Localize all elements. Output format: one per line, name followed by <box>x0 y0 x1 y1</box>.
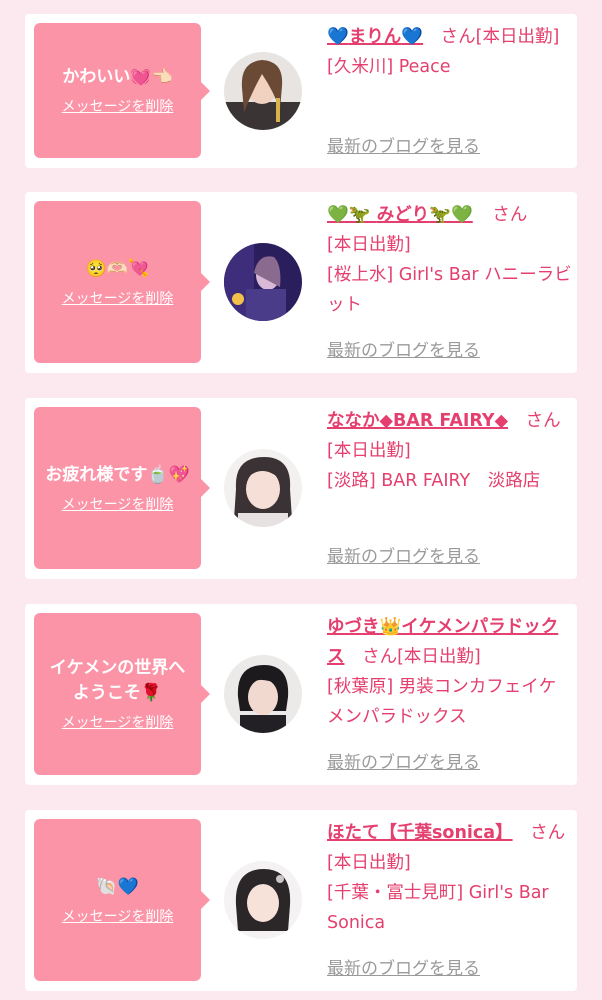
message-bubble: イケメンの世界へようこそ🌹 メッセージを削除 <box>34 613 210 775</box>
message-card: イケメンの世界へようこそ🌹 メッセージを削除 ゆづき👑イケメンパラドックス さん… <box>25 604 577 785</box>
work-status: [本日出勤] <box>475 27 560 47</box>
honorific: さん <box>525 411 561 431</box>
latest-blog-link[interactable]: 最新のブログを見る <box>327 954 480 979</box>
avatar[interactable] <box>224 861 302 939</box>
work-status: [本日出勤] <box>327 853 411 873</box>
message-bubble: 🐚💙 メッセージを削除 <box>34 819 210 981</box>
heart-dino-icon: 💚🦖 <box>327 205 371 225</box>
cast-name-link[interactable]: ほたて【千葉sonica】 <box>327 823 513 843</box>
avatar-photo-icon <box>224 243 302 321</box>
avatar[interactable] <box>224 449 302 527</box>
shop-name: [千葉・富士見町] Girl's Bar Sonica <box>327 883 549 933</box>
honorific: さん <box>440 27 476 47</box>
heart-icon: 💙 <box>327 27 349 47</box>
avatar-photo-icon <box>224 52 302 130</box>
avatar-photo-icon <box>224 861 302 939</box>
message-text: イケメンの世界へようこそ🌹 <box>49 658 186 703</box>
message-bubble: お疲れ様です🍵💖 メッセージを削除 <box>34 407 210 569</box>
latest-blog-link[interactable]: 最新のブログを見る <box>327 132 480 157</box>
cast-info: ゆづき👑イケメンパラドックス さん[本日出勤] [秋葉原] 男装コンカフェイケメ… <box>327 612 572 732</box>
message-card: かわいい💓👈🏻 メッセージを削除 💙まりん💙 さん[本日出勤] [久米川] Pe… <box>25 14 577 168</box>
avatar-photo-icon <box>224 655 302 733</box>
work-status: [本日出勤] <box>327 235 411 255</box>
shop-name: [秋葉原] 男装コンカフェイケメンパラドックス <box>327 677 557 727</box>
cast-info: 💙まりん💙 さん[本日出勤] [久米川] Peace <box>327 22 572 82</box>
latest-blog-link[interactable]: 最新のブログを見る <box>327 336 480 361</box>
message-bubble: かわいい💓👈🏻 メッセージを削除 <box>34 23 210 158</box>
message-text: 🥺🫶🏻💘 <box>85 258 150 279</box>
avatar[interactable] <box>224 243 302 321</box>
avatar-photo-icon <box>224 449 302 527</box>
work-status: [本日出勤] <box>327 441 411 461</box>
delete-message-link[interactable]: メッセージを削除 <box>62 494 174 514</box>
cast-name-link[interactable]: ななか◆BAR FAIRY◆ <box>327 411 508 431</box>
delete-message-link[interactable]: メッセージを削除 <box>62 288 174 308</box>
latest-blog-link[interactable]: 最新のブログを見る <box>327 748 480 773</box>
heart-icon: 💙 <box>401 27 424 47</box>
dino-heart-icon: 🦖💚 <box>429 205 473 225</box>
honorific: さん <box>530 823 566 843</box>
latest-blog-link[interactable]: 最新のブログを見る <box>327 542 480 567</box>
cast-name-link[interactable]: 💙まりん💙 <box>327 27 423 47</box>
shop-name: [桜上水] Girl's Bar ハニーラビット <box>327 265 572 315</box>
message-text: かわいい💓👈🏻 <box>62 67 173 87</box>
avatar[interactable] <box>224 52 302 130</box>
message-bubble: 🥺🫶🏻💘 メッセージを削除 <box>34 201 210 363</box>
honorific: さん <box>492 205 528 225</box>
honorific: さん <box>362 647 398 667</box>
message-card: お疲れ様です🍵💖 メッセージを削除 ななか◆BAR FAIRY◆ さん [本日出勤… <box>25 398 577 579</box>
cast-info: ほたて【千葉sonica】 さん [本日出勤] [千葉・富士見町] Girl's … <box>327 818 572 938</box>
message-text: お疲れ様です🍵💖 <box>45 464 190 485</box>
cast-info: 💚🦖 みどり🦖💚 さん [本日出勤] [桜上水] Girl's Bar ハニーラ… <box>327 200 572 320</box>
shop-name: [淡路] BAR FAIRY 淡路店 <box>327 471 541 491</box>
work-status: [本日出勤] <box>397 647 481 667</box>
delete-message-link[interactable]: メッセージを削除 <box>62 712 174 732</box>
message-text: 🐚💙 <box>96 876 139 897</box>
message-card: 🐚💙 メッセージを削除 ほたて【千葉sonica】 さん [本日出勤] [千葉・富… <box>25 810 577 991</box>
shop-name: [久米川] Peace <box>327 57 451 77</box>
message-card: 🥺🫶🏻💘 メッセージを削除 💚🦖 みどり🦖💚 さん [本日出勤] [桜上水] G… <box>25 192 577 373</box>
delete-message-link[interactable]: メッセージを削除 <box>62 906 174 926</box>
cast-info: ななか◆BAR FAIRY◆ さん [本日出勤] [淡路] BAR FAIRY 淡… <box>327 406 572 496</box>
avatar[interactable] <box>224 655 302 733</box>
message-list: かわいい💓👈🏻 メッセージを削除 💙まりん💙 さん[本日出勤] [久米川] Pe… <box>0 0 602 1000</box>
cast-name-link[interactable]: 💚🦖 みどり🦖💚 <box>327 205 473 225</box>
delete-message-link[interactable]: メッセージを削除 <box>62 96 174 116</box>
